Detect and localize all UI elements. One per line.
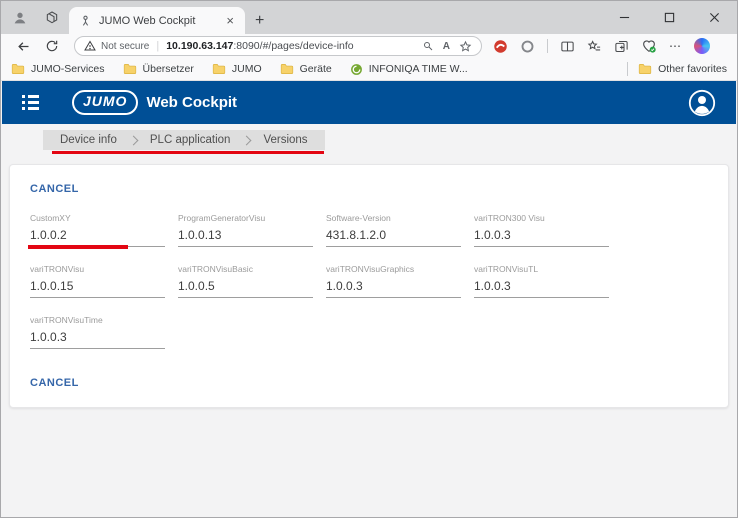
back-icon[interactable]: [16, 39, 31, 54]
field-programgeneratorvisu: ProgramGeneratorVisu 1.0.0.13: [178, 213, 313, 247]
not-secure-warning-icon: [84, 40, 96, 52]
bookmark-folder-jumo[interactable]: JUMO: [212, 63, 262, 75]
close-button[interactable]: [692, 1, 737, 34]
breadcrumb-versions[interactable]: Versions: [252, 134, 318, 146]
chevron-right-icon: [242, 135, 252, 145]
browser-tab[interactable]: JUMO Web Cockpit ×: [69, 7, 245, 34]
browser-toolbar: Not secure | 10.190.63.147:8090/#/pages/…: [1, 34, 737, 58]
browser-window: JUMO Web Cockpit × + Not sec: [0, 0, 738, 518]
other-favorites-folder[interactable]: Other favorites: [638, 63, 727, 75]
address-divider: |: [154, 40, 161, 52]
chevron-right-icon: [128, 135, 138, 145]
address-bar[interactable]: Not secure | 10.190.63.147:8090/#/pages/…: [74, 36, 482, 56]
version-fields: CustomXY 1.0.0.2 ProgramGeneratorVisu 1.…: [30, 213, 708, 349]
breadcrumb: Device info PLC application Versions: [43, 130, 325, 150]
split-screen-icon[interactable]: [560, 39, 575, 54]
field-varitronvisubasic: variTRONVisuBasic 1.0.0.5: [178, 264, 313, 298]
bookmark-infoniqa[interactable]: INFONIQA TIME W...: [350, 63, 468, 76]
web-page: JUMO Web Cockpit Device info PLC applica…: [2, 81, 736, 516]
immersive-reader-icon[interactable]: A: [443, 41, 450, 52]
field-varitronvisugraphics: variTRONVisuGraphics 1.0.0.3: [326, 264, 461, 298]
bookmarks-divider: [627, 62, 628, 76]
refresh-icon[interactable]: [45, 39, 59, 53]
tab-close-icon[interactable]: ×: [223, 14, 237, 27]
cancel-link-bottom[interactable]: CANCEL: [30, 377, 79, 389]
field-varitronvisutime: variTRONVisuTime 1.0.0.3: [30, 315, 165, 349]
app-title: Web Cockpit: [146, 94, 237, 111]
url-text[interactable]: 10.190.63.147:8090/#/pages/device-info: [166, 40, 353, 52]
field-software-version: Software-Version 431.8.1.2.0: [326, 213, 461, 247]
annotation-underline-value: [28, 245, 128, 249]
workspaces-icon[interactable]: [41, 7, 63, 29]
menu-list-icon[interactable]: [22, 95, 40, 110]
toolbar-extensions: ⋯: [493, 38, 710, 54]
user-avatar-icon[interactable]: [688, 89, 716, 117]
cancel-link-top[interactable]: CANCEL: [30, 183, 79, 195]
tab-title: JUMO Web Cockpit: [99, 15, 216, 27]
field-varitron300-visu: variTRON300 Visu 1.0.0.3: [474, 213, 609, 247]
bookmark-folder-jumo-services[interactable]: JUMO-Services: [11, 63, 105, 75]
jumo-logo: JUMO: [72, 90, 138, 115]
tab-favicon: [79, 14, 92, 27]
security-label[interactable]: Not secure: [101, 41, 149, 52]
app-header: JUMO Web Cockpit: [2, 81, 736, 124]
bookmark-folder-uebersetzer[interactable]: Übersetzer: [123, 63, 194, 75]
maximize-button[interactable]: [647, 1, 692, 34]
window-controls: [602, 1, 737, 34]
breadcrumb-device-info[interactable]: Device info: [49, 134, 128, 146]
search-icon[interactable]: [422, 40, 434, 52]
annotation-underline-breadcrumb: [52, 151, 324, 154]
more-menu-icon[interactable]: ⋯: [669, 39, 682, 53]
bookmark-folder-geraete[interactable]: Geräte: [280, 63, 332, 75]
extension-red-icon[interactable]: [493, 39, 508, 54]
bookmarks-bar: JUMO-Services Übersetzer JUMO Geräte INF…: [1, 58, 737, 81]
copilot-icon[interactable]: [694, 38, 710, 54]
collections-icon[interactable]: [614, 39, 629, 54]
new-tab-button[interactable]: +: [245, 12, 274, 34]
breadcrumb-plc-application[interactable]: PLC application: [139, 134, 242, 146]
tab-strip: JUMO Web Cockpit × +: [1, 1, 737, 34]
extension-gray-icon[interactable]: [520, 39, 535, 54]
favorites-bar-icon[interactable]: [587, 39, 602, 54]
minimize-button[interactable]: [602, 1, 647, 34]
profile-icon[interactable]: [9, 7, 31, 29]
field-varitronvisutl: variTRONVisuTL 1.0.0.3: [474, 264, 609, 298]
toolbar-divider: [547, 39, 548, 53]
versions-card: CANCEL CustomXY 1.0.0.2 ProgramGenerator…: [9, 164, 729, 408]
url-path: :8090/#/pages/device-info: [233, 40, 353, 52]
favorite-star-icon[interactable]: [459, 40, 472, 53]
field-varitronvisu: variTRONVisu 1.0.0.15: [30, 264, 165, 298]
url-host: 10.190.63.147: [166, 40, 233, 52]
browser-essentials-icon[interactable]: [641, 38, 657, 54]
field-customxy: CustomXY 1.0.0.2: [30, 213, 165, 247]
